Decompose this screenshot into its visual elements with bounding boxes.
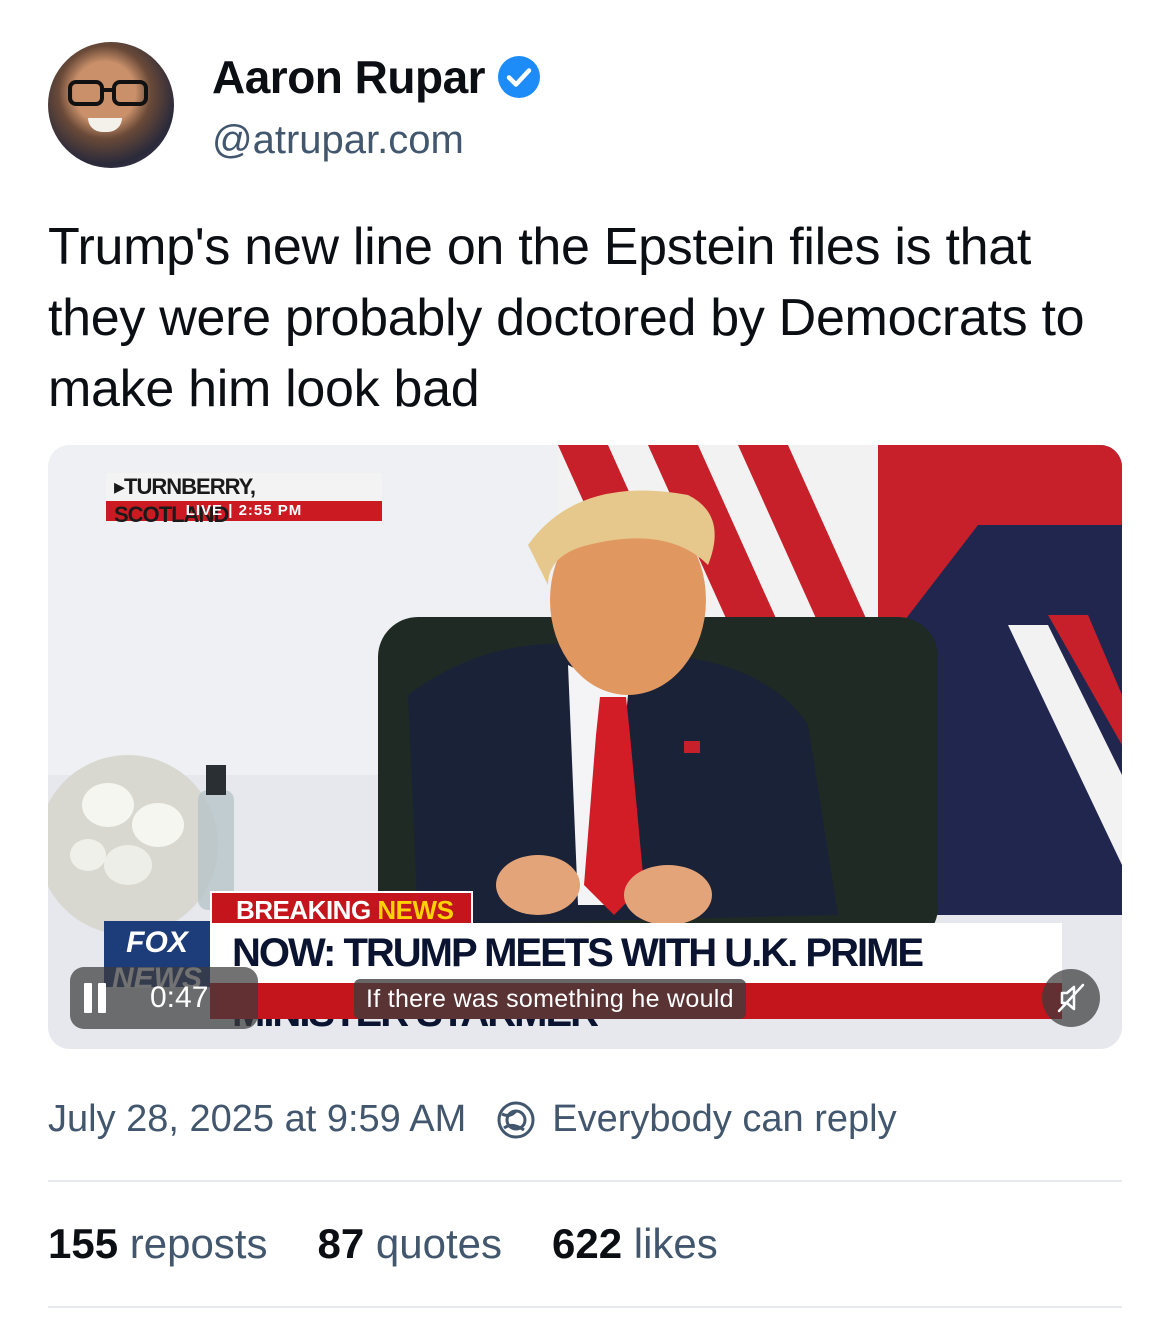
breaking-news-banner: BREAKING NEWS: [210, 891, 474, 925]
author-header: Aaron Rupar @atrupar.com: [48, 42, 848, 172]
live-time: 2:55 PM: [238, 502, 303, 519]
post-text: Trump's new line on the Epstein files is…: [48, 218, 1085, 418]
divider: [48, 1180, 1122, 1182]
likes-count: 622: [551, 1220, 623, 1267]
breaking-accent: NEWS: [377, 895, 454, 925]
location-chyron: ▸TURNBERRY, SCOTLAND LIVE | 2:55 PM: [106, 473, 382, 527]
name-row: Aaron Rupar: [212, 50, 541, 104]
likes-stat[interactable]: 622 likes: [552, 1220, 718, 1268]
verified-badge-icon: [498, 56, 541, 98]
quotes-label: quotes: [375, 1220, 502, 1267]
video-player[interactable]: ▸TURNBERRY, SCOTLAND LIVE | 2:55 PM BREA…: [48, 445, 1122, 1049]
mute-icon: [1057, 983, 1085, 1013]
likes-label: likes: [633, 1220, 718, 1267]
reply-setting: Everybody can reply: [552, 1098, 897, 1140]
pause-icon[interactable]: [84, 983, 110, 1013]
breaking-label: BREAKING: [236, 895, 371, 925]
play-triangle-icon: ▸: [114, 474, 125, 499]
author-name[interactable]: Aaron Rupar: [212, 50, 486, 104]
quotes-stat[interactable]: 87 quotes: [317, 1220, 502, 1268]
video-caption: If there was something he would: [354, 979, 746, 1019]
divider: [48, 1306, 1122, 1308]
news-headline: NOW: TRUMP MEETS WITH U.K. PRIME MINISTE…: [210, 923, 1062, 1035]
glasses-shape: [68, 80, 148, 106]
mute-button[interactable]: [1042, 969, 1100, 1027]
avatar[interactable]: [48, 42, 174, 168]
post-timestamp[interactable]: July 28, 2025 at 9:59 AM: [48, 1098, 466, 1141]
reposts-stat[interactable]: 155 reposts: [48, 1220, 267, 1268]
reposts-label: reposts: [129, 1220, 268, 1267]
quotes-count: 87: [317, 1220, 365, 1267]
post-meta: July 28, 2025 at 9:59 AM Everybody can r…: [48, 1098, 897, 1141]
video-elapsed-time: 0:47: [150, 981, 209, 1014]
live-label: LIVE: [185, 502, 224, 519]
engagement-stats: 155 reposts 87 quotes 622 likes: [48, 1220, 768, 1268]
author-handle[interactable]: @atrupar.com: [212, 118, 464, 163]
reply-settings-icon: [497, 1101, 535, 1138]
playback-control[interactable]: 0:47: [70, 967, 258, 1029]
reposts-count: 155: [48, 1220, 119, 1267]
avatar-smile: [88, 118, 122, 132]
